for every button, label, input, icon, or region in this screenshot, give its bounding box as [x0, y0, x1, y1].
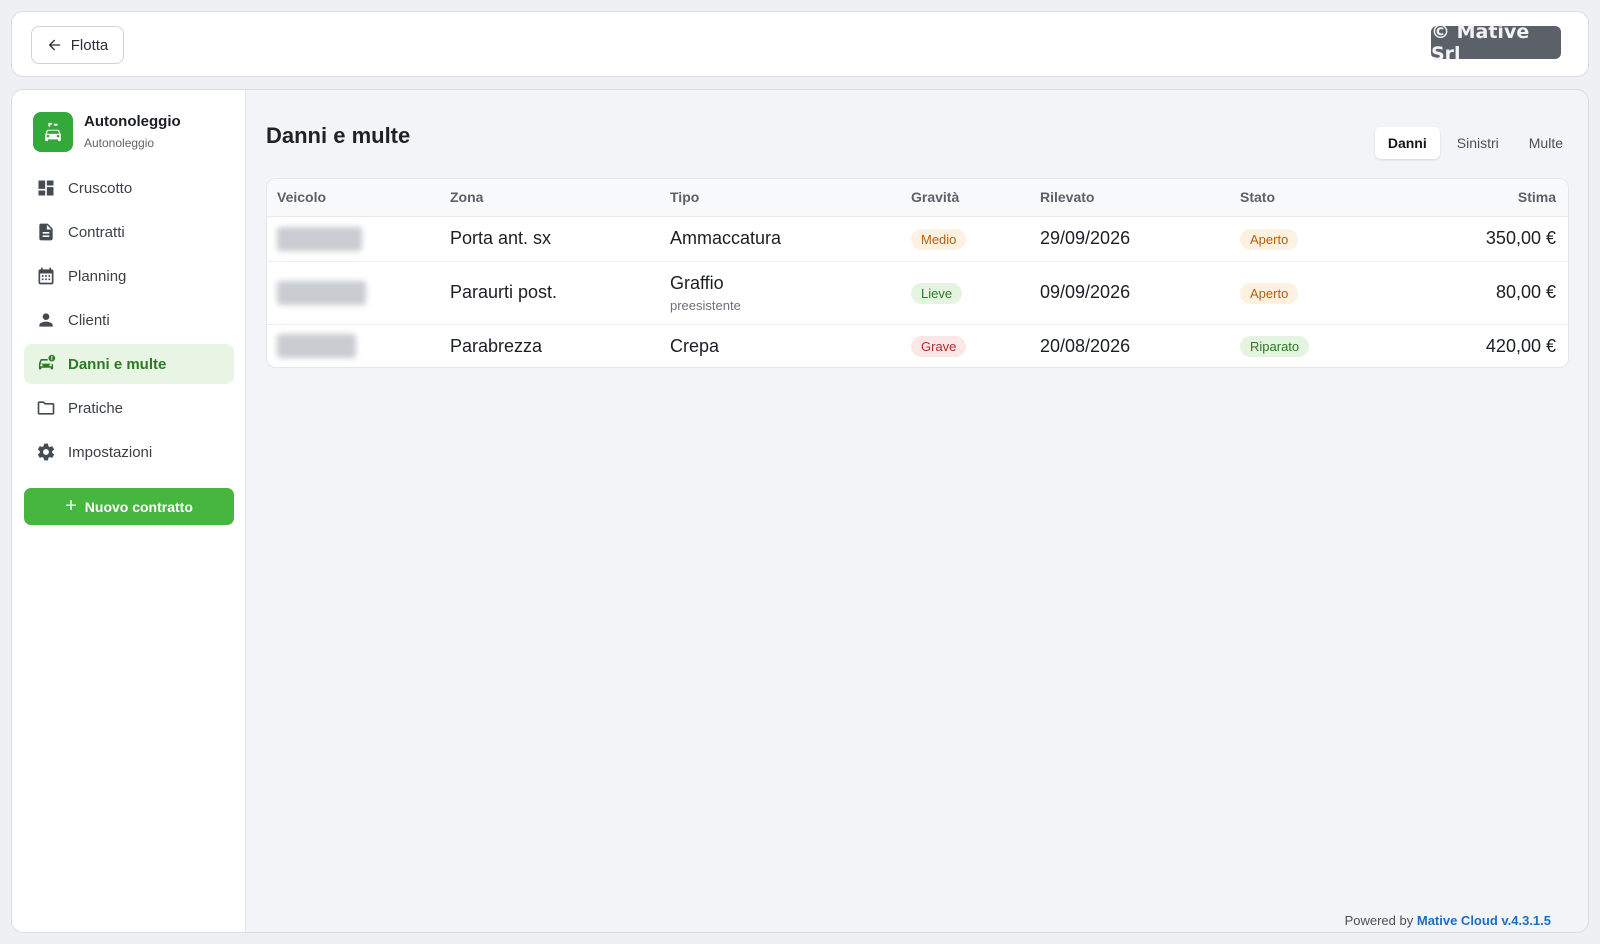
damages-table-card: Veicolo Zona Tipo Gravità Rilevato Stato… [266, 178, 1569, 368]
dashboard-icon [38, 180, 54, 196]
top-bar: Flotta © Mative Srl [11, 11, 1589, 77]
estimate-cell: 420,00 € [1485, 335, 1556, 356]
vehicle-plate-cell [267, 324, 440, 367]
brand-badge: © Mative Srl [1431, 21, 1561, 65]
new-contract-label: Nuovo contratto [84, 498, 193, 515]
column-header-veicolo[interactable]: Veicolo [267, 179, 440, 217]
page-title: Danni e multe [266, 123, 411, 148]
type-cell: Graffio preesistente [660, 261, 901, 325]
status-badge: Aperto [1240, 282, 1299, 304]
status-badge: Aperto [1240, 228, 1299, 250]
calendar-icon [38, 267, 54, 285]
sidebar: Autonoleggio Autonoleggio Cruscotto Cont… [12, 90, 246, 932]
column-header-zona[interactable]: Zona [440, 179, 660, 217]
sidebar-item-planning[interactable]: Planning [24, 256, 234, 296]
app-shell: Autonoleggio Autonoleggio Cruscotto Cont… [11, 89, 1589, 933]
detected-date-cell: 29/09/2026 [1030, 216, 1230, 262]
sidebar-item-cruscotto[interactable]: Cruscotto [24, 168, 234, 208]
sidebar-item-danni-e-multe[interactable]: Danni e multe [24, 344, 234, 384]
type-cell: Ammaccatura [660, 216, 901, 262]
tab-sinistri[interactable]: Sinistri [1444, 127, 1512, 159]
back-to-fleet-button[interactable]: Flotta [31, 26, 124, 64]
sidebar-item-label: Impostazioni [68, 443, 153, 461]
app-header: Autonoleggio Autonoleggio [33, 112, 181, 152]
zone-cell: Paraurti post. [440, 261, 660, 325]
type-cell: Crepa [670, 335, 720, 356]
sidebar-item-label: Contratti [68, 223, 125, 241]
tab-multe[interactable]: Multe [1516, 127, 1576, 159]
folder-icon [37, 401, 55, 415]
column-header-rilevato[interactable]: Rilevato [1030, 179, 1230, 217]
sidebar-item-label: Pratiche [68, 399, 124, 417]
main-content: Danni e multe Danni Sinistri Multe Veico… [246, 90, 1588, 932]
severity-badge: Lieve [911, 282, 963, 304]
tab-danni[interactable]: Danni [1374, 127, 1440, 159]
vehicle-plate-cell [267, 216, 440, 262]
sidebar-item-label: Planning [68, 267, 127, 285]
column-header-gravita[interactable]: Gravità [901, 179, 1030, 217]
sidebar-item-label: Clienti [68, 311, 110, 329]
blurred-plate [277, 334, 356, 359]
plus-icon: + [65, 494, 77, 517]
sidebar-item-impostazioni[interactable]: Impostazioni [24, 432, 234, 472]
gear-icon [37, 443, 55, 461]
zone-cell: Porta ant. sx [440, 216, 660, 262]
footer-product-link[interactable]: Mative Cloud v.4.3.1.5 [1417, 913, 1551, 928]
zone-cell: Parabrezza [450, 335, 543, 356]
powered-by-footer: Powered by Mative Cloud v.4.3.1.5 [1345, 913, 1551, 928]
status-cell: Aperto [1230, 216, 1420, 262]
table-header-row: Veicolo Zona Tipo Gravità Rilevato Stato… [267, 179, 1568, 217]
sidebar-item-label: Cruscotto [68, 179, 133, 197]
sidebar-item-pratiche[interactable]: Pratiche [24, 388, 234, 428]
vehicle-plate-cell [267, 261, 440, 325]
arrow-left-icon [48, 39, 61, 51]
damages-table: Veicolo Zona Tipo Gravità Rilevato Stato… [267, 179, 1568, 367]
car-damage-icon [38, 354, 56, 370]
blurred-plate [277, 226, 362, 251]
severity-cell: Grave [901, 324, 1030, 367]
type-note: preesistente [670, 297, 741, 313]
estimate-cell: 350,00 € [1420, 216, 1568, 262]
status-cell: Aperto [1230, 261, 1420, 325]
app-subtitle: Autonoleggio [84, 136, 155, 150]
status-cell: Riparato [1230, 324, 1420, 367]
person-icon [39, 313, 53, 327]
back-button-label: Flotta [70, 36, 109, 54]
column-header-tipo[interactable]: Tipo [660, 179, 901, 217]
sidebar-nav: Cruscotto Contratti Planning Clienti Dan… [24, 168, 234, 476]
table-row[interactable]: Parabrezza Crepa Grave 20/08/2026 Ripara… [267, 324, 1568, 367]
new-contract-button[interactable]: + Nuovo contratto [24, 488, 234, 525]
severity-badge: Medio [911, 228, 967, 250]
segment-tabs: Danni Sinistri Multe [1374, 125, 1576, 161]
car-rental-icon [33, 112, 73, 152]
status-badge: Riparato [1240, 336, 1310, 358]
type-label: Graffio [670, 272, 724, 293]
table-row[interactable]: Porta ant. sx Ammaccatura Medio 29/09/20… [267, 216, 1568, 262]
detected-date-cell: 09/09/2026 [1030, 261, 1230, 325]
blurred-plate [277, 280, 366, 305]
severity-cell: Lieve [901, 261, 1030, 325]
column-header-stato[interactable]: Stato [1230, 179, 1420, 217]
sidebar-item-label: Danni e multe [68, 355, 167, 373]
severity-cell: Medio [901, 216, 1030, 262]
sidebar-item-contratti[interactable]: Contratti [24, 212, 234, 252]
footer-prefix: Powered by [1344, 913, 1414, 928]
detected-date-cell: 20/08/2026 [1040, 335, 1131, 356]
estimate-cell: 80,00 € [1420, 261, 1568, 325]
severity-badge: Grave [911, 336, 967, 358]
sidebar-item-clienti[interactable]: Clienti [24, 300, 234, 340]
app-title: Autonoleggio [84, 113, 181, 130]
column-header-stima[interactable]: Stima [1420, 179, 1568, 217]
table-row[interactable]: Paraurti post. Graffio preesistente Liev… [267, 261, 1568, 325]
document-icon [39, 223, 53, 241]
